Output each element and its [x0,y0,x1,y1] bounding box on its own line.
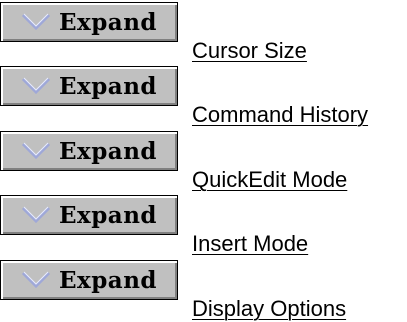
expand-button-label: Expand [58,8,158,36]
expand-button[interactable]: Expand [0,2,178,42]
chevron-down-icon [21,75,51,97]
expand-button-label: Expand [58,72,158,100]
chevron-down-icon [21,204,51,226]
chevron-down-icon [21,140,51,162]
expand-button[interactable]: Expand [0,131,178,171]
list-item: Expand Display Options [0,258,407,322]
list-item: Expand Command History [0,64,407,128]
expand-button[interactable]: Expand [0,260,178,300]
expand-button-label: Expand [58,137,158,165]
list-item: Expand Cursor Size [0,0,407,64]
link-quickedit-mode[interactable]: QuickEdit Mode [192,167,347,193]
list-item: Expand QuickEdit Mode [0,129,407,193]
list-item: Expand Insert Mode [0,193,407,257]
expand-button[interactable]: Expand [0,195,178,235]
expand-button-label: Expand [58,201,158,229]
link-insert-mode[interactable]: Insert Mode [192,231,308,257]
link-command-history[interactable]: Command History [192,102,368,128]
link-display-options[interactable]: Display Options [192,296,346,322]
link-cursor-size[interactable]: Cursor Size [192,38,307,64]
expand-list: Expand Cursor Size Expand Command Histor… [0,0,407,322]
chevron-down-icon [21,269,51,291]
expand-button-label: Expand [58,266,158,294]
expand-button[interactable]: Expand [0,66,178,106]
chevron-down-icon [21,11,51,33]
